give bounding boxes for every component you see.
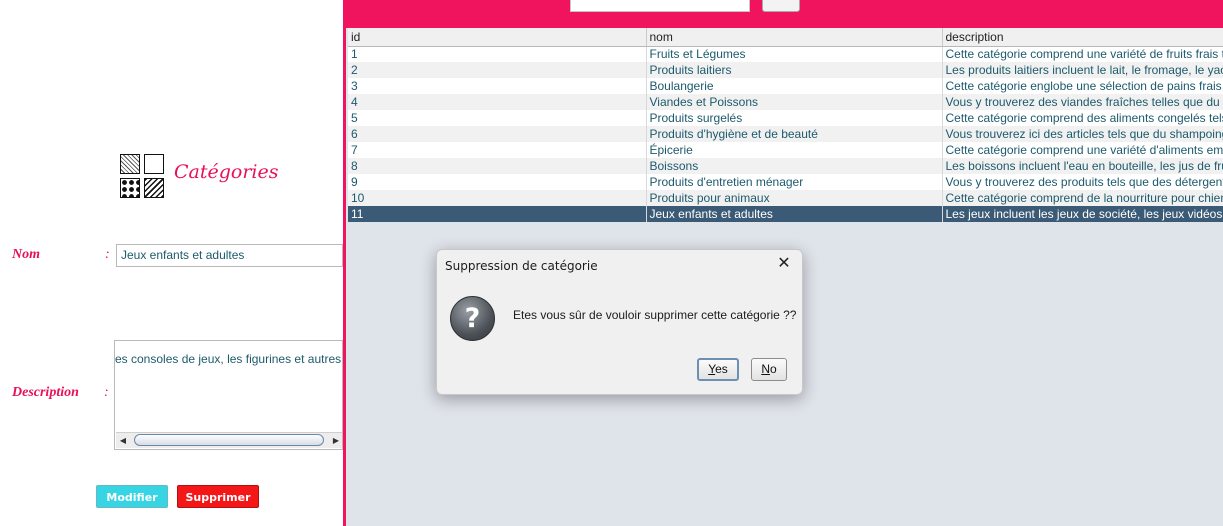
table-row[interactable]: 5 Produits surgelés Cette catégorie compre… — [348, 110, 1223, 126]
column-header-description[interactable]: description — [942, 28, 1223, 47]
nom-label: Nom — [12, 247, 40, 262]
cell-nom: Produits surgelés — [646, 110, 943, 126]
yes-label-rest: es — [715, 362, 728, 376]
question-icon: ? — [450, 296, 495, 341]
table-row[interactable]: 7 Épicerie Cette catégorie comprend une va… — [348, 142, 1223, 158]
cell-id: 5 — [348, 110, 647, 126]
category-form-panel: Catégories Nom : Jeux enfants et adultes… — [0, 0, 343, 526]
cell-id: 10 — [348, 190, 647, 206]
cell-description: Vous y trouverez des viandes fraîches te… — [942, 94, 1223, 110]
form-title: Catégories — [174, 161, 279, 183]
dialog-title: Suppression de catégorie — [445, 259, 598, 273]
table-row[interactable]: 2 Produits laitiers Les produits laitiers … — [348, 62, 1223, 78]
cell-nom: Fruits et Légumes — [646, 46, 943, 62]
description-colon: : — [104, 385, 109, 400]
scroll-right-arrow-icon[interactable]: ▶ — [329, 433, 342, 448]
yes-button[interactable]: Yes — [697, 358, 739, 381]
cell-nom: Produits laitiers — [646, 62, 943, 78]
column-header-nom[interactable]: nom — [646, 28, 943, 47]
cell-id: 3 — [348, 78, 647, 94]
scrollbar-thumb[interactable] — [134, 434, 324, 446]
cell-description: Cette catégorie comprend une variété d'a… — [942, 142, 1223, 158]
table-row[interactable]: 4 Viandes et Poissons Vous y trouverez des… — [348, 94, 1223, 110]
table-row[interactable]: 3 Boulangerie Cette catégorie englobe une … — [348, 78, 1223, 94]
no-button[interactable]: No — [751, 358, 787, 381]
dialog-message: Etes vous sûr de vouloir supprimer cette… — [513, 308, 797, 322]
table-row[interactable]: 10 Produits pour animaux Cette catégorie c… — [348, 190, 1223, 206]
cell-description: Cette catégorie comprend de la nourritur… — [942, 190, 1223, 206]
table-row[interactable]: 9 Produits d'entretien ménager Vous y trou… — [348, 174, 1223, 190]
cell-id: 11 — [348, 206, 647, 222]
cell-nom: Boissons — [646, 158, 943, 174]
close-icon[interactable]: ✕ — [774, 254, 794, 274]
cell-nom: Produits pour animaux — [646, 190, 943, 206]
cell-id: 2 — [348, 62, 647, 78]
cell-id: 7 — [348, 142, 647, 158]
cell-description: Les produits laitiers incluent le lait, … — [942, 62, 1223, 78]
description-text: es consoles de jeux, les figurines et au… — [115, 352, 343, 366]
top-toolbar — [346, 0, 1223, 28]
cell-description: Vous trouverez ici des articles tels que… — [942, 126, 1223, 142]
cell-description: Cette catégorie englobe une sélection de… — [942, 78, 1223, 94]
nom-input[interactable]: Jeux enfants et adultes — [116, 244, 343, 267]
no-mnemonic: N — [761, 362, 770, 376]
modifier-button[interactable]: Modifier — [96, 485, 168, 508]
table-row[interactable]: 6 Produits d'hygiène et de beauté Vous tro… — [348, 126, 1223, 142]
scroll-left-arrow-icon[interactable]: ◀ — [116, 433, 130, 448]
table-row[interactable]: 1 Fruits et Légumes Cette catégorie compre… — [348, 46, 1223, 62]
cell-id: 8 — [348, 158, 647, 174]
search-button[interactable] — [762, 0, 800, 12]
cell-nom: Jeux enfants et adultes — [646, 206, 943, 222]
categories-table: id nom description 1 Fruits et Légumes Cet… — [348, 28, 1223, 222]
cell-nom: Viandes et Poissons — [646, 94, 943, 110]
cell-description: Vous y trouverez des produits tels que d… — [942, 174, 1223, 190]
description-horizontal-scrollbar[interactable]: ◀ ▶ — [116, 432, 342, 448]
table-body: 1 Fruits et Légumes Cette catégorie compre… — [348, 46, 1223, 222]
description-textarea[interactable]: es consoles de jeux, les figurines et au… — [114, 340, 343, 450]
search-input[interactable] — [570, 0, 750, 12]
confirm-delete-dialog: Suppression de catégorie ✕ ? Etes vous s… — [436, 249, 803, 395]
table-row[interactable]: 8 Boissons Les boissons incluent l'eau en … — [348, 158, 1223, 174]
cell-nom: Produits d'entretien ménager — [646, 174, 943, 190]
cell-id: 6 — [348, 126, 647, 142]
supprimer-button[interactable]: Supprimer — [177, 485, 259, 508]
table-header-row: id nom description — [348, 28, 1223, 47]
cell-nom: Épicerie — [646, 142, 943, 158]
cell-id: 1 — [348, 46, 647, 62]
cell-description: Cette catégorie comprend des aliments co… — [942, 110, 1223, 126]
cell-description: Cette catégorie comprend une variété de … — [942, 46, 1223, 62]
description-label: Description — [12, 385, 79, 400]
cell-description: Les jeux incluent les jeux de société, l… — [942, 206, 1223, 222]
cell-nom: Produits d'hygiène et de beauté — [646, 126, 943, 142]
column-header-id[interactable]: id — [348, 28, 647, 47]
categories-grid-icon — [120, 154, 166, 200]
cell-id: 4 — [348, 94, 647, 110]
cell-description: Les boissons incluent l'eau en bouteille… — [942, 158, 1223, 174]
no-label-rest: o — [769, 362, 777, 376]
cell-id: 9 — [348, 174, 647, 190]
table-row[interactable]: 11 Jeux enfants et adultes Les jeux inclue… — [348, 206, 1223, 222]
nom-colon: : — [105, 247, 110, 262]
cell-nom: Boulangerie — [646, 78, 943, 94]
